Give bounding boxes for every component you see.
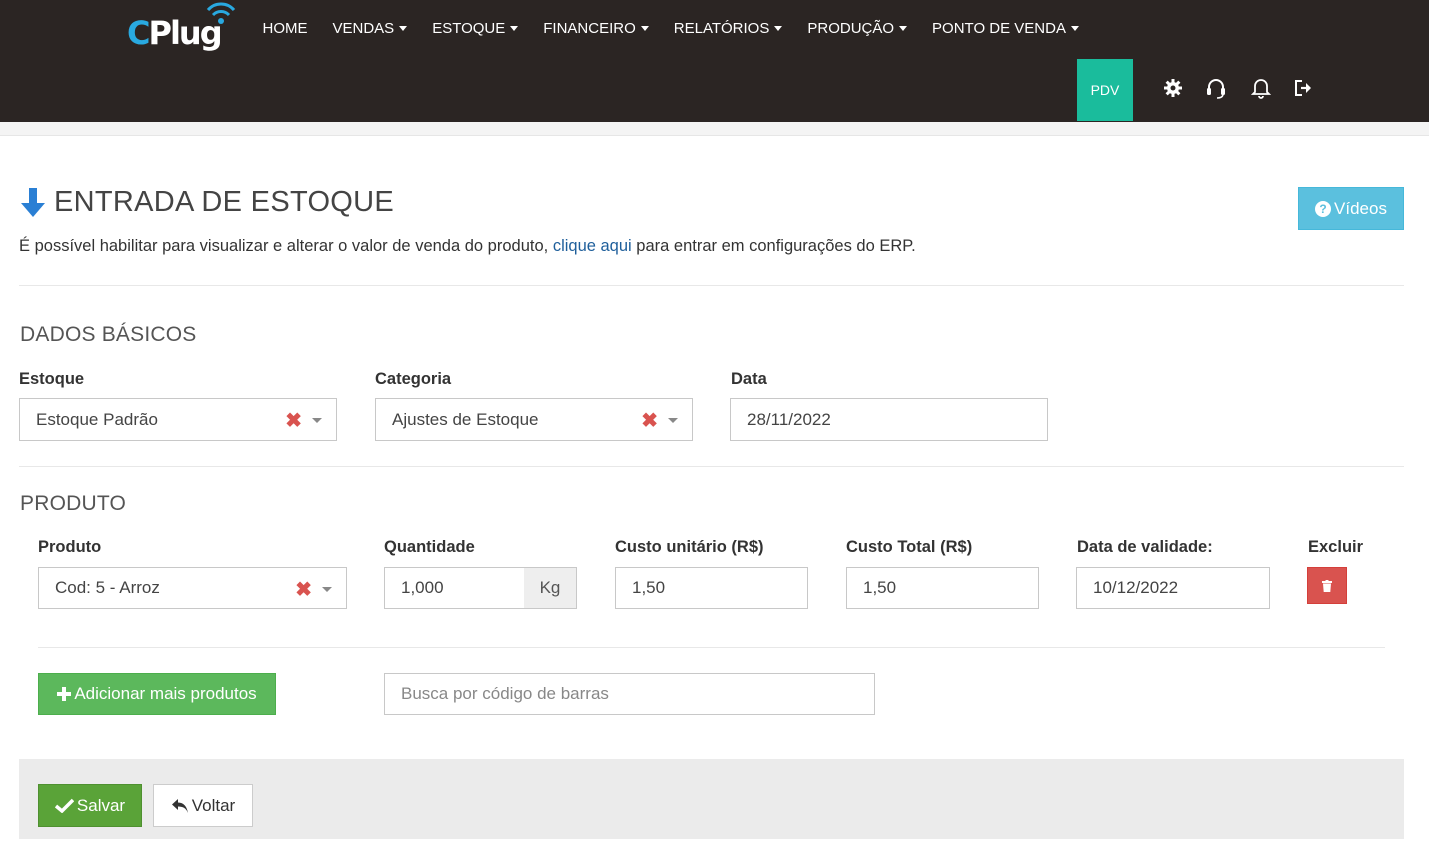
pdv-button[interactable]: PDV: [1077, 59, 1133, 121]
menu-ponto-de-venda[interactable]: PONTO DE VENDA: [920, 20, 1092, 37]
validade-input[interactable]: 10/12/2022: [1076, 567, 1270, 609]
caret-down-icon: [399, 25, 408, 31]
back-button[interactable]: Voltar: [153, 784, 253, 827]
divider: [19, 285, 1404, 286]
headset-icon[interactable]: [1205, 77, 1227, 99]
caret-down-icon: [510, 25, 519, 31]
divider: [38, 647, 1385, 648]
quantidade-input[interactable]: 1,000: [384, 567, 525, 609]
unit-addon: Kg: [524, 567, 577, 609]
chevron-down-icon: [668, 418, 678, 423]
main-menu: HOME VENDAS ESTOQUE FINANCEIRO RELATÓRIO…: [250, 0, 1091, 56]
custo-total-input[interactable]: 1,50: [846, 567, 1039, 609]
videos-button[interactable]: ? Vídeos: [1298, 187, 1404, 230]
barcode-search-input[interactable]: [384, 673, 875, 715]
top-navbar: CPlug HOME VENDAS ESTOQUE FINANCEIRO REL…: [0, 0, 1429, 122]
add-products-button[interactable]: Adicionar mais produtos: [38, 673, 276, 715]
arrow-down-icon: [21, 187, 45, 217]
estoque-select[interactable]: Estoque Padrão ✖: [19, 398, 337, 441]
menu-estoque[interactable]: ESTOQUE: [420, 20, 531, 37]
custo-total-header: Custo Total (R$): [846, 538, 973, 556]
logout-icon[interactable]: [1293, 77, 1315, 99]
section-title-dados-basicos: DADOS BÁSICOS: [20, 323, 197, 346]
chevron-down-icon: [312, 418, 322, 423]
bell-icon[interactable]: [1250, 77, 1272, 99]
videos-label: Vídeos: [1334, 198, 1387, 218]
delete-row-button[interactable]: [1307, 567, 1347, 604]
categoria-select[interactable]: Ajustes de Estoque ✖: [375, 398, 693, 441]
caret-down-icon: [774, 25, 783, 31]
caret-down-icon: [899, 25, 908, 31]
sub-header-bar: [0, 122, 1429, 136]
clear-icon[interactable]: ✖: [641, 408, 658, 433]
data-field[interactable]: 28/11/2022: [730, 398, 1048, 441]
gear-icon[interactable]: [1162, 77, 1184, 99]
plus-icon: [57, 687, 72, 701]
menu-financeiro[interactable]: FINANCEIRO: [531, 20, 662, 37]
info-text: É possível habilitar para visualizar e a…: [19, 237, 916, 255]
data-label: Data: [731, 370, 767, 388]
caret-down-icon: [1070, 25, 1079, 31]
question-circle-icon: ?: [1315, 200, 1332, 217]
page-title: ENTRADA DE ESTOQUE: [54, 186, 395, 218]
logo-text-c: C: [127, 14, 151, 52]
clear-icon[interactable]: ✖: [285, 408, 302, 433]
menu-producao[interactable]: PRODUÇÃO: [795, 20, 920, 37]
wifi-icon: [206, 2, 236, 24]
reply-icon: [171, 798, 188, 813]
trash-icon: [1322, 579, 1332, 592]
menu-home[interactable]: HOME: [250, 20, 320, 37]
check-icon: [54, 798, 74, 813]
clear-icon[interactable]: ✖: [295, 577, 312, 602]
quantidade-header: Quantidade: [384, 538, 475, 556]
validade-header: Data de validade:: [1077, 538, 1213, 556]
produto-header: Produto: [38, 538, 102, 556]
produto-select[interactable]: Cod: 5 - Arroz ✖: [38, 567, 347, 609]
config-link[interactable]: clique aqui: [553, 237, 632, 255]
estoque-label: Estoque: [19, 370, 85, 388]
caret-down-icon: [640, 25, 649, 31]
cplug-logo[interactable]: CPlug: [127, 2, 239, 56]
chevron-down-icon: [322, 587, 332, 592]
categoria-label: Categoria: [375, 370, 452, 388]
save-button[interactable]: Salvar: [38, 784, 142, 827]
excluir-header: Excluir: [1308, 538, 1364, 556]
divider: [19, 466, 1404, 467]
custo-unitario-header: Custo unitário (R$): [615, 538, 764, 556]
menu-vendas[interactable]: VENDAS: [320, 20, 420, 37]
section-title-produto: PRODUTO: [20, 492, 127, 515]
page-header: ENTRADA DE ESTOQUE: [20, 186, 394, 219]
menu-relatorios[interactable]: RELATÓRIOS: [661, 20, 795, 37]
custo-unitario-input[interactable]: 1,50: [615, 567, 808, 609]
